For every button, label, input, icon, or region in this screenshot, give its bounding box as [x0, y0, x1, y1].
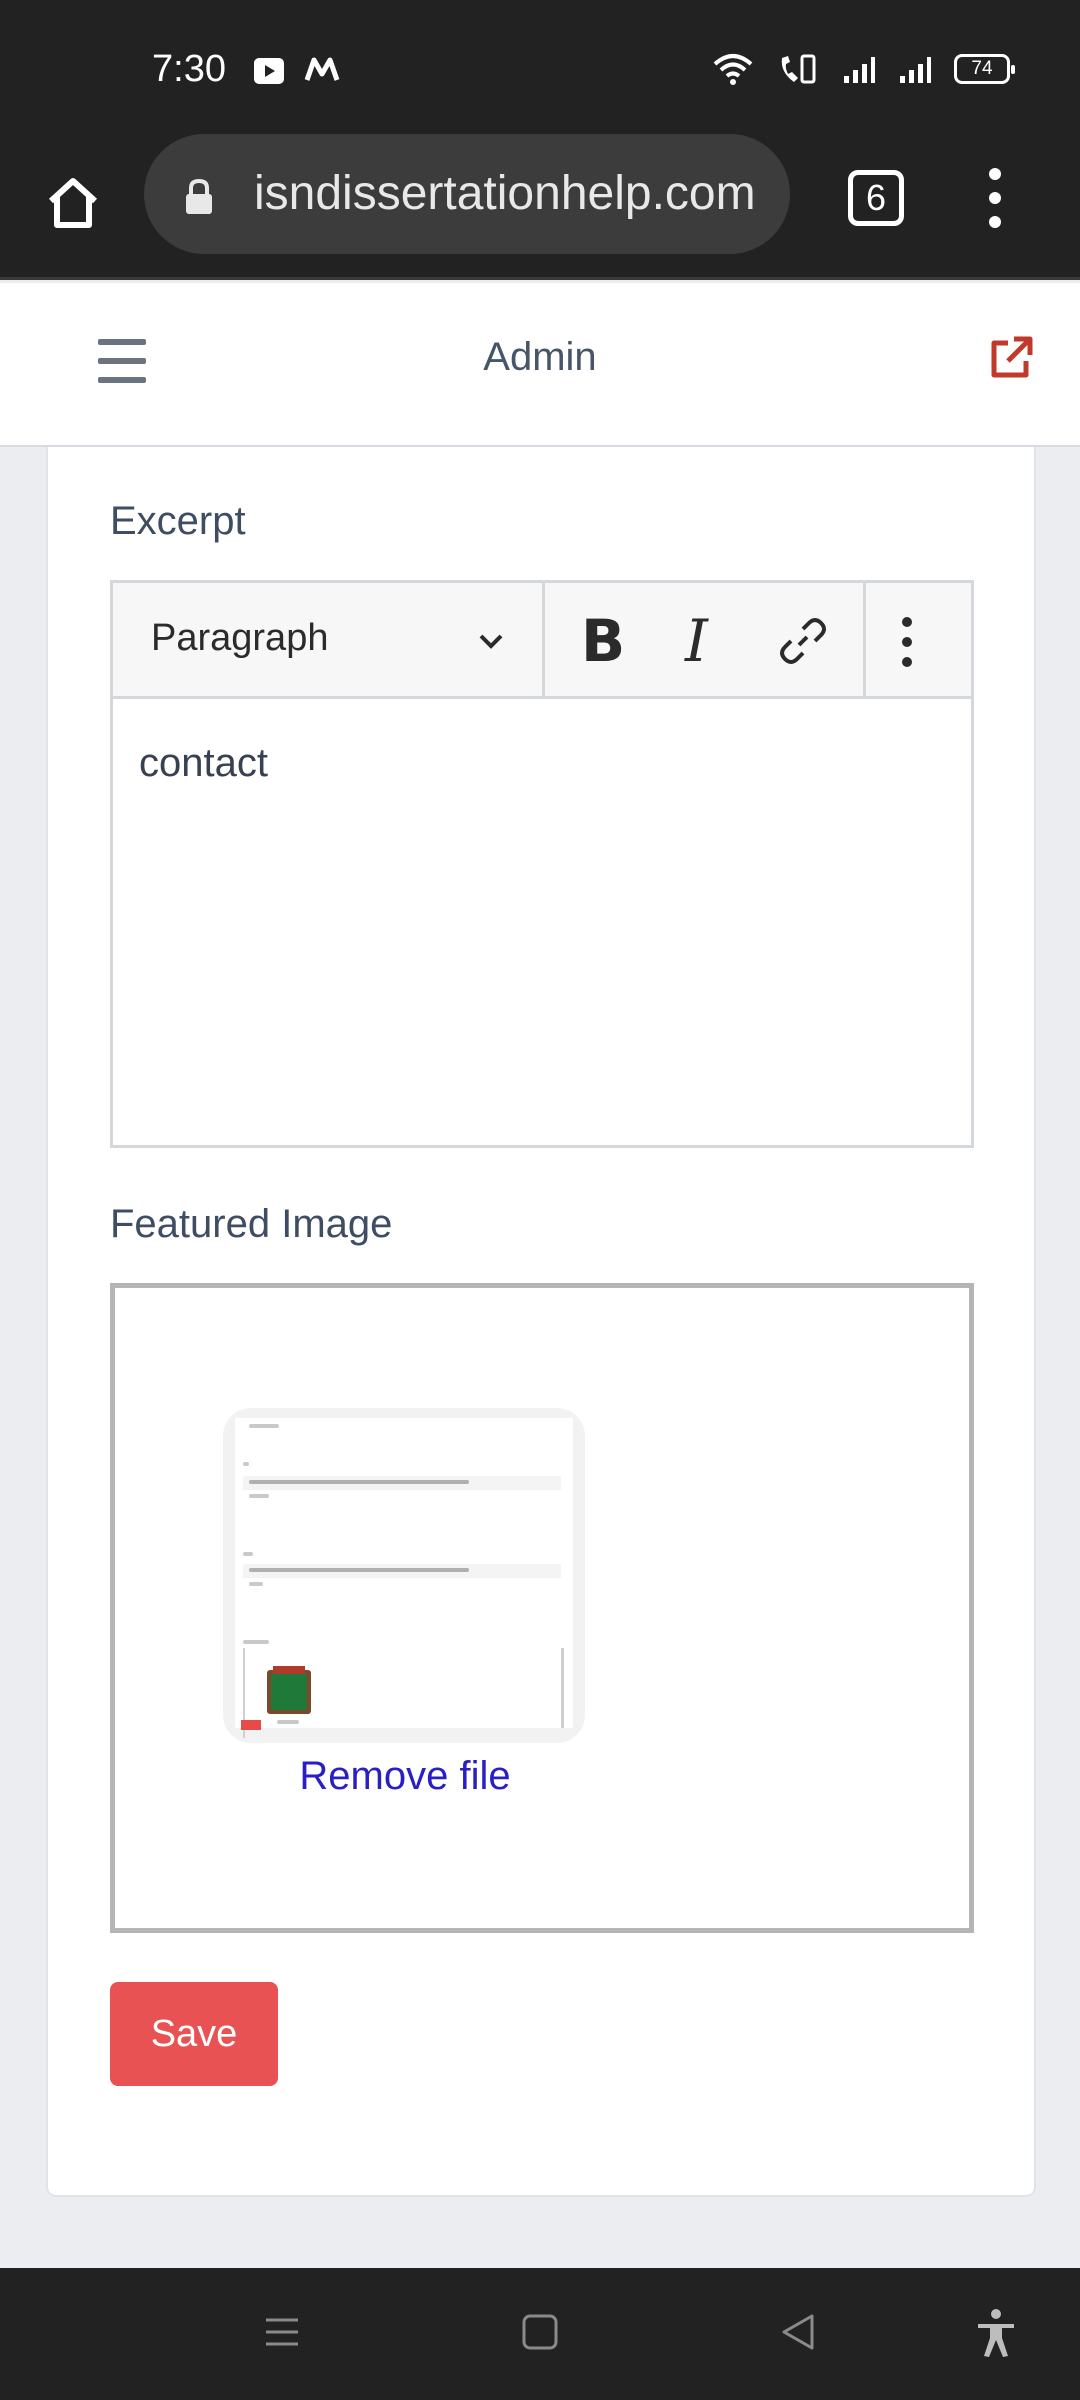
system-navigation-bar	[0, 2268, 1080, 2400]
excerpt-label: Excerpt	[110, 499, 246, 543]
media-app-icon	[254, 58, 284, 84]
signal-icon	[900, 57, 931, 83]
address-bar[interactable]: isndissertationhelp.com	[144, 134, 790, 254]
status-time: 7:30	[152, 48, 226, 90]
signal-icon	[844, 57, 875, 83]
save-button[interactable]: Save	[110, 1982, 278, 2086]
block-format-label: Paragraph	[151, 617, 329, 659]
m-app-icon	[304, 57, 340, 81]
tab-switcher-button[interactable]: 6	[848, 170, 904, 226]
status-bar: 7:30 74	[0, 0, 1080, 140]
editor-content[interactable]: contact	[139, 741, 268, 786]
italic-icon[interactable]: I	[685, 607, 708, 675]
battery-indicator: 74	[954, 54, 1015, 84]
chevron-down-icon	[479, 634, 503, 649]
home-button[interactable]	[40, 170, 106, 236]
wifi-icon	[713, 54, 753, 85]
link-icon[interactable]	[777, 615, 829, 667]
home-square-icon[interactable]	[520, 2312, 560, 2352]
app-header: Admin	[0, 283, 1080, 447]
recents-menu-icon[interactable]	[262, 2312, 302, 2352]
lock-icon	[186, 178, 212, 214]
accessibility-icon[interactable]	[974, 2308, 1018, 2358]
vowifi-icon	[781, 54, 816, 84]
image-thumbnail	[223, 1408, 585, 1743]
excerpt-editor: Paragraph B I contact	[110, 580, 974, 1148]
editor-toolbar: Paragraph B I	[113, 583, 971, 699]
status-icons: 74	[712, 52, 1015, 86]
thumbnail-preview	[235, 1418, 573, 1738]
bold-icon[interactable]: B	[581, 607, 625, 675]
page-title: Admin	[483, 335, 597, 379]
post-form-card: Excerpt Paragraph B I contact Featured I…	[46, 447, 1036, 2197]
url-text: isndissertationhelp.com	[254, 167, 756, 220]
home-icon	[48, 178, 98, 228]
remove-file-link[interactable]: Remove file	[115, 1754, 695, 1799]
toolbar-divider	[863, 583, 866, 699]
featured-image-label: Featured Image	[110, 1202, 393, 1246]
browser-menu-button[interactable]	[980, 168, 1010, 228]
more-options-icon[interactable]	[899, 617, 915, 667]
browser-toolbar: isndissertationhelp.com 6	[0, 134, 1080, 280]
block-format-dropdown[interactable]: Paragraph	[113, 583, 545, 699]
back-triangle-icon[interactable]	[778, 2312, 818, 2352]
external-link-icon[interactable]	[986, 333, 1036, 383]
featured-image-dropzone[interactable]: Remove file	[110, 1283, 974, 1933]
